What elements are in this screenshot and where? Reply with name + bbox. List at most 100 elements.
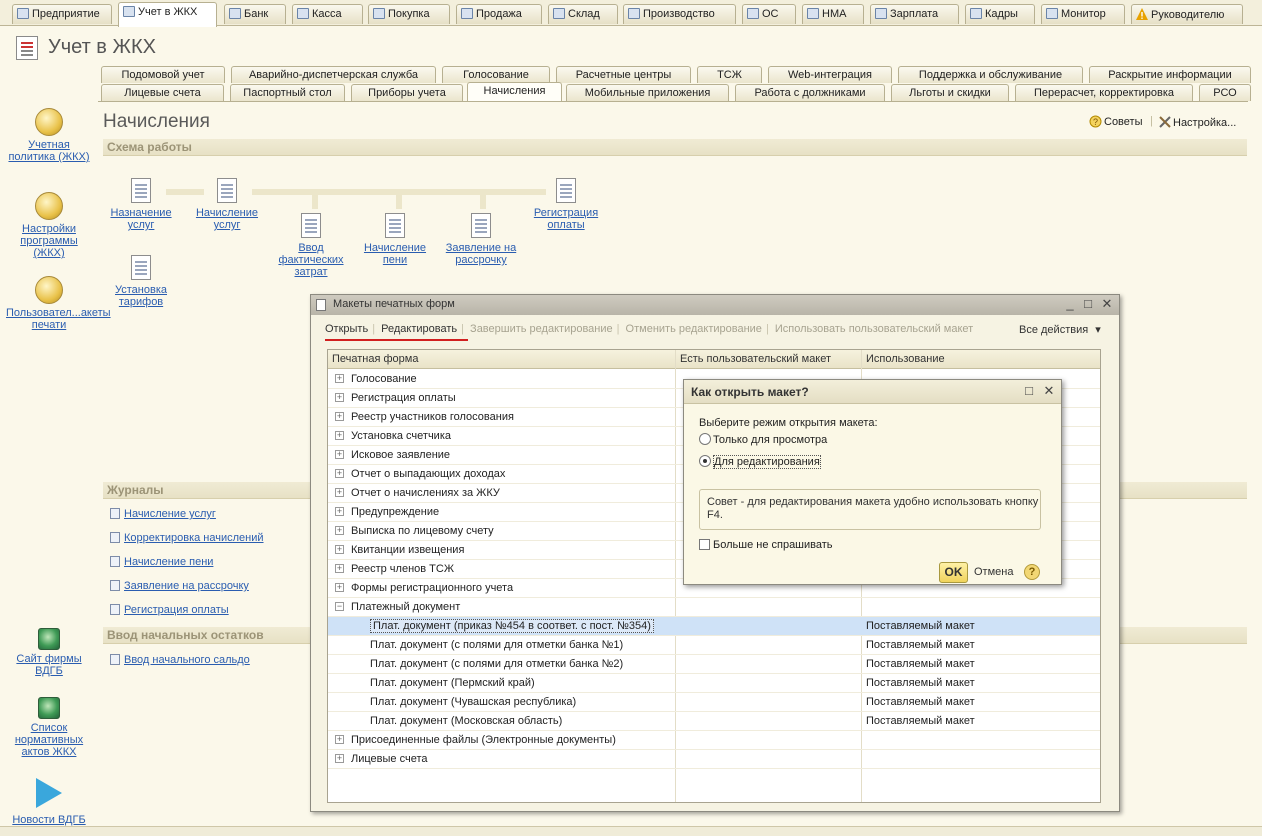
cancel-button[interactable]: Отмена xyxy=(974,566,1013,578)
document-icon xyxy=(471,213,491,238)
expand-icon[interactable]: + xyxy=(335,412,344,421)
expand-icon[interactable]: + xyxy=(335,469,344,478)
print-forms-dialog-titlebar[interactable]: Макеты печатных форм _ □ ✕ xyxy=(311,295,1119,315)
finish-editing-button[interactable]: Завершить редактирование xyxy=(470,323,613,335)
radio-view-only[interactable]: Только для просмотра xyxy=(699,433,827,446)
open-mode-dialog-titlebar[interactable]: Как открыть макет? □ ✕ xyxy=(684,380,1061,404)
left-item-vdgb-news[interactable]: Новости ВДГБ xyxy=(6,778,92,826)
initial-balance-link[interactable]: Ввод начального сальдо xyxy=(110,654,250,666)
subtab-benefits[interactable]: Льготы и скидки xyxy=(891,84,1009,101)
subtab-support[interactable]: Поддержка и обслуживание xyxy=(898,66,1083,83)
tab-warehouse[interactable]: Склад xyxy=(548,4,618,24)
tab-sale[interactable]: Продажа xyxy=(456,4,542,24)
subtab-rso[interactable]: РСО xyxy=(1199,84,1251,101)
journal-link[interactable]: Корректировка начислений xyxy=(110,532,264,544)
table-row[interactable]: + Присоединенные файлы (Электронные докум… xyxy=(328,731,1100,750)
tips-button[interactable]: ? Советы xyxy=(1089,115,1142,128)
journal-link[interactable]: Заявление на рассрочку xyxy=(110,580,249,592)
table-row[interactable]: − Платежный документ xyxy=(328,598,1100,617)
subtab-charges[interactable]: Начисления xyxy=(467,82,562,101)
tab-cash[interactable]: Касса xyxy=(292,4,363,24)
left-item-regulations[interactable]: Список нормативных актов ЖКХ xyxy=(6,697,92,758)
subtab-emergency-dispatch[interactable]: Аварийно-диспетчерская служба xyxy=(231,66,436,83)
expand-icon[interactable]: + xyxy=(335,583,344,592)
minimize-icon[interactable]: _ xyxy=(1062,296,1078,312)
journal-link[interactable]: Начисление услуг xyxy=(110,508,216,520)
row-form-name: Формы регистрационного учета xyxy=(351,582,514,594)
left-item-user-print-layouts[interactable]: Пользовател...акеты печати xyxy=(6,276,111,331)
table-row[interactable]: Плат. документ (с полями для отметки бан… xyxy=(328,636,1100,655)
close-icon[interactable]: ✕ xyxy=(1099,296,1115,312)
expand-icon[interactable]: + xyxy=(335,488,344,497)
table-row[interactable]: Плат. документ (приказ №454 в соответ. с… xyxy=(328,617,1100,636)
column-header-custom[interactable]: Есть пользовательский макет xyxy=(680,353,831,365)
expand-icon[interactable]: + xyxy=(335,450,344,459)
cancel-editing-button[interactable]: Отменить редактирование xyxy=(626,323,762,335)
subtab-recalculation[interactable]: Перерасчет, корректировка xyxy=(1015,84,1193,101)
subtab-mobile-apps[interactable]: Мобильные приложения xyxy=(566,84,729,101)
expand-icon[interactable]: + xyxy=(335,393,344,402)
expand-icon[interactable]: + xyxy=(335,526,344,535)
expand-icon[interactable]: + xyxy=(335,564,344,573)
table-row[interactable]: Плат. документ (Пермский край) Поставляем… xyxy=(328,674,1100,693)
table-row[interactable]: Плат. документ (Московская область) Поста… xyxy=(328,712,1100,731)
expand-icon[interactable]: + xyxy=(335,754,344,763)
tab-bank[interactable]: Банк xyxy=(224,4,286,24)
scheme-node-assign-services[interactable]: Назначение услуг xyxy=(101,178,181,231)
expand-icon[interactable]: + xyxy=(335,735,344,744)
subtab-hoa[interactable]: ТСЖ xyxy=(697,66,762,83)
use-custom-layout-button[interactable]: Использовать пользовательский макет xyxy=(775,323,973,335)
scheme-node-payment-registration[interactable]: Регистрация оплаты xyxy=(526,178,606,231)
all-actions-menu[interactable]: Все действия ▾ xyxy=(1019,323,1105,336)
subtab-house-accounting[interactable]: Подомовой учет xyxy=(101,66,225,83)
help-icon[interactable]: ? xyxy=(1024,564,1040,580)
expand-icon[interactable]: + xyxy=(335,545,344,554)
maximize-icon[interactable]: □ xyxy=(1021,383,1037,399)
collapse-icon[interactable]: − xyxy=(335,602,344,611)
column-header-form[interactable]: Печатная форма xyxy=(332,353,418,365)
scheme-node-actual-costs[interactable]: Ввод фактических затрат xyxy=(271,213,351,278)
close-icon[interactable]: ✕ xyxy=(1041,383,1057,399)
column-header-usage[interactable]: Использование xyxy=(866,353,945,365)
expand-icon[interactable]: + xyxy=(335,507,344,516)
maximize-icon[interactable]: □ xyxy=(1080,296,1096,312)
subtab-meters[interactable]: Приборы учета xyxy=(351,84,463,101)
table-row[interactable]: Плат. документ (Чувашская республика) Пос… xyxy=(328,693,1100,712)
journal-link[interactable]: Регистрация оплаты xyxy=(110,604,229,616)
open-button[interactable]: Открыть xyxy=(325,323,368,335)
tab-housing-accounting[interactable]: Учет в ЖКХ xyxy=(118,2,217,27)
scheme-node-installment[interactable]: Заявление на рассрочку xyxy=(441,213,521,266)
tab-manager[interactable]: Руководителю xyxy=(1131,4,1243,24)
subtab-voting[interactable]: Голосование xyxy=(442,66,550,83)
subtab-passport-desk[interactable]: Паспортный стол xyxy=(230,84,345,101)
left-item-vdgb-site[interactable]: Сайт фирмы ВДГБ xyxy=(6,628,92,677)
tab-hr[interactable]: Кадры xyxy=(965,4,1035,24)
subtab-disclosure[interactable]: Раскрытие информации xyxy=(1089,66,1251,83)
scheme-node-penalty[interactable]: Начисление пени xyxy=(355,213,435,266)
dont-ask-checkbox[interactable]: Больше не спрашивать xyxy=(699,539,833,551)
tab-enterprise[interactable]: Предприятие xyxy=(12,4,112,24)
expand-icon[interactable]: + xyxy=(335,431,344,440)
table-row[interactable]: Плат. документ (с полями для отметки бан… xyxy=(328,655,1100,674)
settings-button[interactable]: Настройка... xyxy=(1158,115,1236,129)
tab-intangible[interactable]: НМА xyxy=(802,4,864,24)
subtab-settlement-centers[interactable]: Расчетные центры xyxy=(556,66,691,83)
subtab-debtors[interactable]: Работа с должниками xyxy=(735,84,885,101)
subtab-personal-accounts[interactable]: Лицевые счета xyxy=(101,84,224,101)
tab-salary[interactable]: Зарплата xyxy=(870,4,959,24)
scheme-node-tariffs[interactable]: Установка тарифов xyxy=(101,255,181,308)
left-item-program-settings[interactable]: Настройки программы (ЖКХ) xyxy=(6,192,92,259)
tab-purchase[interactable]: Покупка xyxy=(368,4,450,24)
left-item-accounting-policy[interactable]: Учетная политика (ЖКХ) xyxy=(6,108,92,163)
radio-edit[interactable]: Для редактирования xyxy=(699,455,821,469)
expand-icon[interactable]: + xyxy=(335,374,344,383)
scheme-node-charge-services[interactable]: Начисление услуг xyxy=(187,178,267,231)
table-row[interactable]: + Лицевые счета xyxy=(328,750,1100,769)
ok-button[interactable]: OK xyxy=(939,562,968,583)
subtab-web-integration[interactable]: Web-интеграция xyxy=(768,66,892,83)
tab-production[interactable]: Производство xyxy=(623,4,736,24)
tab-fixed-assets[interactable]: ОС xyxy=(742,4,796,24)
journal-link[interactable]: Начисление пени xyxy=(110,556,213,568)
edit-button[interactable]: Редактировать xyxy=(381,323,457,335)
tab-monitor[interactable]: Монитор xyxy=(1041,4,1125,24)
